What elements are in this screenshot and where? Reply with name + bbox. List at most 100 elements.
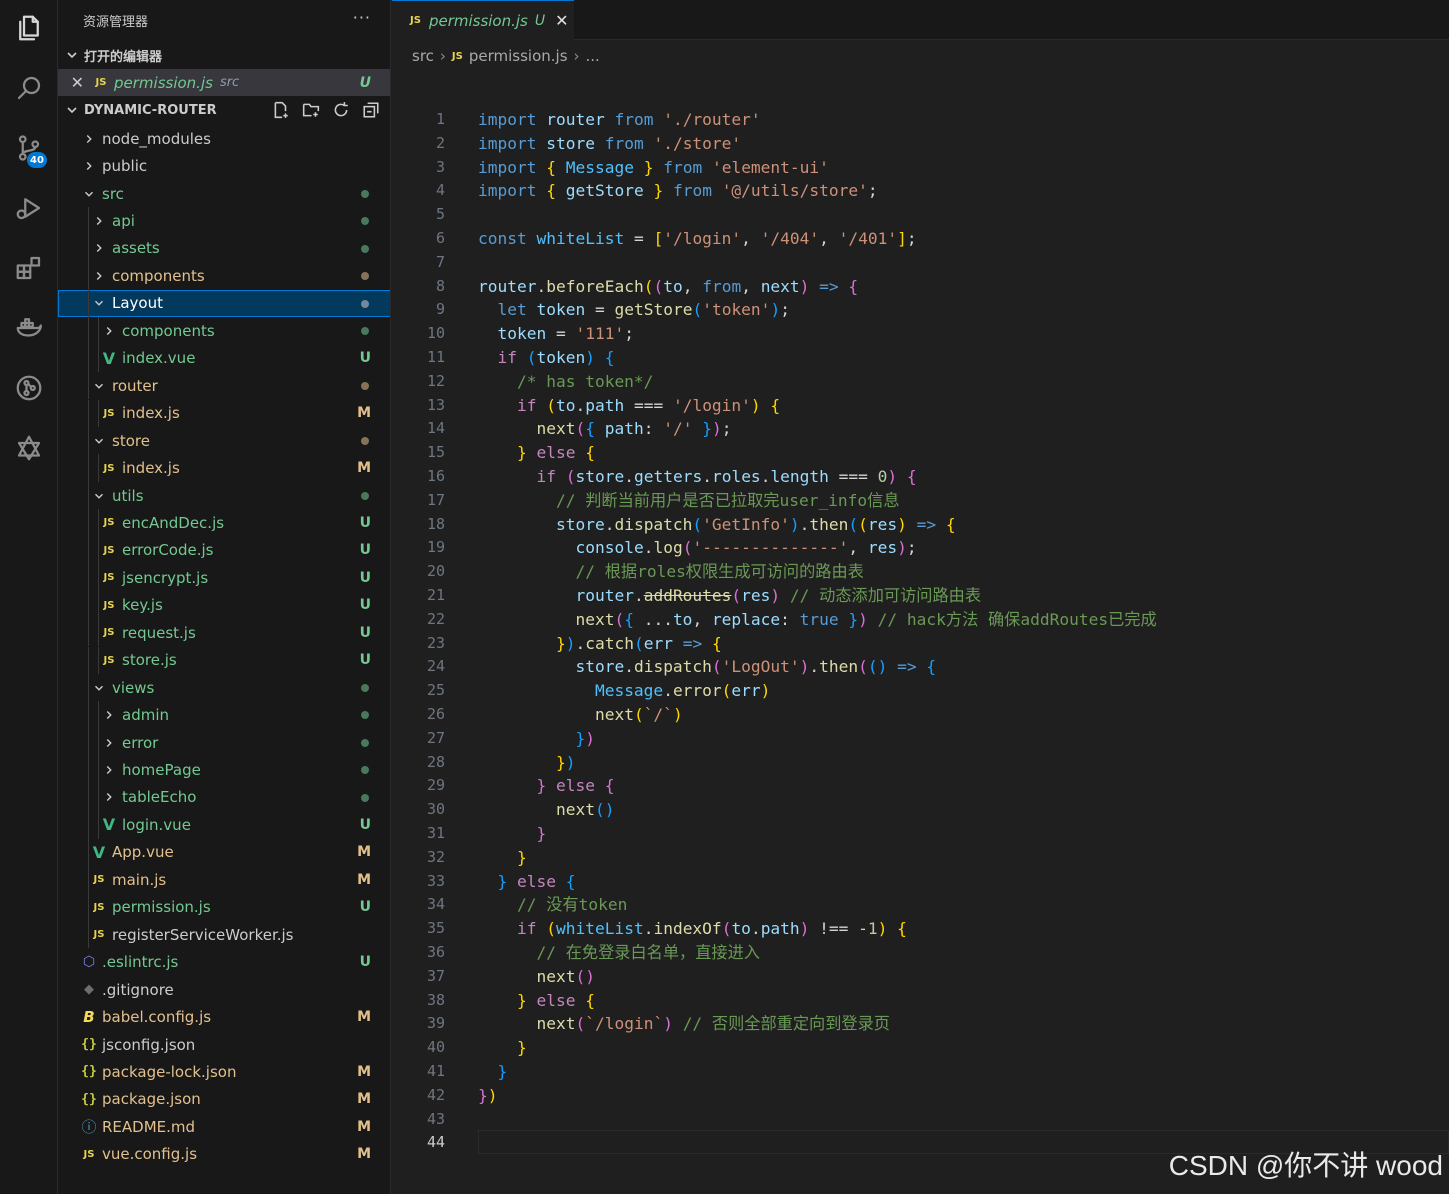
- tree-file[interactable]: JS request.js U: [58, 619, 390, 647]
- new-file-icon[interactable]: [271, 100, 291, 120]
- code-line: 10 token = '111';: [392, 322, 1449, 346]
- tree-folder[interactable]: admin: [58, 701, 390, 729]
- tree-folder[interactable]: node_modules: [58, 125, 390, 152]
- tree-file[interactable]: JS jsencrypt.js U: [58, 564, 390, 592]
- line-number: 34: [426, 895, 445, 914]
- tree-item-label: index.vue: [122, 349, 196, 368]
- tree-file[interactable]: Vlogin.vue U: [58, 811, 390, 839]
- new-folder-icon[interactable]: [301, 100, 321, 120]
- tree-item-label: views: [112, 678, 155, 697]
- tree-item-label: assets: [112, 239, 160, 258]
- tree-folder[interactable]: src: [58, 180, 390, 207]
- chevron-down-icon: [90, 379, 108, 393]
- tree-folder[interactable]: router: [58, 372, 390, 400]
- line-text: if (token) {: [497, 348, 615, 367]
- tree-file[interactable]: Vindex.vue U: [58, 344, 390, 372]
- tree-file[interactable]: JS store.js U: [58, 646, 390, 674]
- tree-file[interactable]: JS index.js M: [58, 399, 390, 427]
- line-number: 19: [426, 538, 445, 557]
- tree-file[interactable]: ⬡ .eslintrc.js U: [58, 949, 390, 976]
- line-number: 6: [435, 229, 445, 247]
- code-line: 32 }: [392, 846, 1449, 870]
- tree-file[interactable]: JS permission.js U: [58, 893, 390, 921]
- source-control-icon[interactable]: 40: [0, 124, 58, 172]
- indent-guide: [88, 289, 89, 318]
- breadcrumb-file[interactable]: permission.js: [469, 47, 568, 65]
- docker-icon[interactable]: [0, 304, 58, 352]
- breadcrumb-folder[interactable]: src: [412, 47, 434, 65]
- code-line: 29 } else {: [392, 774, 1449, 798]
- git-status-badge: M: [357, 1008, 371, 1025]
- line-text: next({ ...to, replace: true }) // hack方法…: [575, 609, 1157, 629]
- line-text: }: [497, 1062, 508, 1081]
- tree-folder[interactable]: error: [58, 728, 390, 757]
- tree-item-label: index.js: [122, 404, 180, 423]
- tree-folder[interactable]: tableEcho: [58, 783, 390, 812]
- search-icon[interactable]: [0, 64, 58, 112]
- tree-item-label: store.js: [122, 651, 177, 670]
- tree-item-label: components: [122, 321, 215, 340]
- tree-file[interactable]: JS key.js U: [58, 591, 390, 620]
- chevron-right-icon: ›: [573, 47, 580, 65]
- tree-file[interactable]: {} jsconfig.json: [58, 1031, 390, 1058]
- tree-file[interactable]: JS registerServiceWorker.js: [58, 921, 390, 949]
- git-graph-icon[interactable]: [0, 364, 58, 412]
- line-number: 15: [426, 443, 445, 462]
- line-text: } else {: [516, 990, 595, 1010]
- close-icon[interactable]: ✕: [58, 73, 92, 92]
- remote-icon[interactable]: [0, 424, 58, 472]
- git-status-badge: U: [359, 899, 371, 916]
- tree-file[interactable]: ⓘ README.md M: [58, 1113, 390, 1140]
- open-editor-name: permission.js: [114, 73, 213, 92]
- code-line: 19 console.log('--------------', res);: [392, 536, 1449, 560]
- tree-file[interactable]: {} package.json M: [58, 1086, 390, 1113]
- explorer-icon[interactable]: [0, 4, 58, 52]
- line-text: if (store.getters.roles.length === 0) {: [536, 467, 917, 486]
- tree-file[interactable]: JS index.js M: [58, 454, 390, 482]
- tree-file[interactable]: V App.vue M: [58, 838, 390, 867]
- tree-file[interactable]: JS vue.config.js M: [58, 1141, 390, 1168]
- tree-folder[interactable]: assets: [58, 234, 390, 263]
- extensions-icon[interactable]: [0, 244, 58, 292]
- collapse-all-icon[interactable]: [361, 100, 381, 120]
- js-file-icon: JS: [103, 599, 115, 611]
- tree-file[interactable]: ◆ .gitignore: [58, 976, 390, 1003]
- tree-folder[interactable]: components: [58, 317, 390, 345]
- tree-item-label: package-lock.json: [102, 1062, 237, 1081]
- tree-item-label: main.js: [112, 870, 167, 889]
- tree-folder[interactable]: api: [58, 207, 390, 235]
- tree-folder[interactable]: Layout: [58, 289, 390, 318]
- tree-file[interactable]: JS main.js M: [58, 866, 390, 894]
- tree-file[interactable]: JS errorCode.js U: [58, 536, 390, 565]
- more-actions-icon[interactable]: ···: [353, 8, 371, 27]
- git-status-dot: [361, 491, 369, 500]
- code-line: 16 if (store.getters.roles.length === 0)…: [392, 465, 1449, 489]
- refresh-icon[interactable]: [331, 100, 351, 120]
- code-line: 4 import { getStore } from '@/utils/store…: [392, 179, 1449, 203]
- indent-guide: [88, 317, 89, 345]
- tree-folder[interactable]: homePage: [58, 756, 390, 784]
- tree-folder[interactable]: store: [58, 426, 390, 455]
- tree-file[interactable]: JS encAndDec.js U: [58, 509, 390, 537]
- open-editor-item[interactable]: ✕ JS permission.js src U: [58, 69, 390, 97]
- tree-folder[interactable]: utils: [58, 481, 390, 510]
- tree-folder[interactable]: components: [58, 262, 390, 290]
- tree-folder[interactable]: views: [58, 674, 390, 702]
- tree-folder[interactable]: public: [58, 152, 390, 179]
- indent-guide: [88, 262, 89, 290]
- tree-file[interactable]: Bbabel.config.js M: [58, 1003, 390, 1030]
- tab-close-icon[interactable]: ✕: [555, 11, 568, 30]
- js-file-icon: JS: [93, 929, 105, 941]
- line-text: import { Message } from 'element-ui': [478, 157, 829, 177]
- tab-permission-js[interactable]: JS permission.js U ✕: [392, 0, 574, 40]
- code-line: 24 store.dispatch('LogOut').then(() => {: [392, 655, 1449, 679]
- line-number: 1: [435, 110, 445, 128]
- line-text: Message.error(err): [594, 681, 771, 701]
- run-debug-icon[interactable]: [0, 184, 58, 232]
- open-editors-header[interactable]: 打开的编辑器: [58, 42, 390, 68]
- breadcrumb-symbol[interactable]: ...: [586, 47, 600, 65]
- tree-file[interactable]: {} package-lock.json M: [58, 1058, 390, 1085]
- project-header[interactable]: DYNAMIC-ROUTER: [58, 97, 390, 123]
- code-line: 23 }).catch(err => {: [392, 632, 1449, 656]
- git-status-badge: U: [359, 569, 371, 586]
